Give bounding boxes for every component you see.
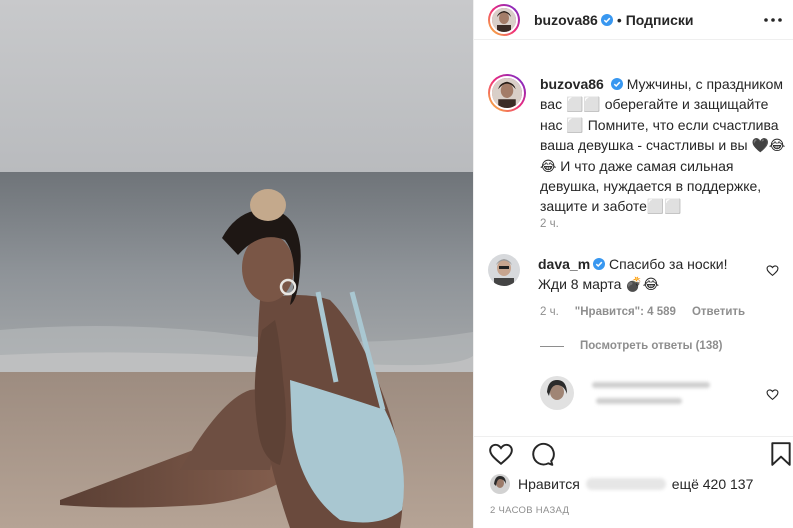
blurred-avatar-image [540,376,574,410]
liker-avatar[interactable] [490,474,510,494]
likes-summary: Нравится ещё 420 137 [490,472,790,496]
comment-item: dava_m Спасибо за носки! Жди 8 марта 💣😂 [488,254,788,294]
commenter-avatar[interactable] [488,254,520,286]
verified-badge-icon [610,78,623,90]
verified-badge-icon [600,13,613,26]
blurred-commenter-avatar[interactable] [540,376,574,410]
likes-label: Нравится [518,476,580,492]
author-username[interactable]: buzova86 [534,12,598,28]
commenter-username[interactable]: dava_m [538,256,590,272]
more-options-icon[interactable] [762,9,784,31]
replies-divider-line [540,345,564,347]
post-header: buzova86 • Подписки [474,0,793,40]
caption-message: Мужчины, с праздником вас ⬜⬜ оберегайте … [540,76,786,215]
bookmark-icon[interactable] [768,441,793,467]
view-replies-label: Посмотреть ответы (138) [580,340,723,352]
heart-icon[interactable] [488,441,514,467]
comment-meta: 2 ч. "Нравится": 4 589 Ответить [540,306,761,318]
likes-count[interactable]: ещё 420 137 [672,476,754,492]
reply-button[interactable]: Ответить [692,306,745,318]
comment-like-heart-icon[interactable] [766,388,779,401]
instagram-post: buzova86 • Подписки buzova86 Мужчины, с … [0,0,793,528]
post-timestamp[interactable]: 2 ЧАСОВ НАЗАД [490,505,569,516]
author-avatar[interactable] [488,3,520,36]
view-replies-button[interactable]: Посмотреть ответы (138) [540,340,722,352]
post-actions-bar [474,436,793,472]
caption-avatar-image [492,78,522,108]
post-photo[interactable] [0,0,473,528]
following-button[interactable]: Подписки [626,12,694,28]
post-caption: buzova86 Мужчины, с праздником вас ⬜⬜ об… [488,74,788,217]
blurred-comment-item [540,376,720,410]
liker-avatar-image [490,474,510,494]
caption-author-avatar[interactable] [488,74,526,112]
separator-dot: • [616,11,622,28]
post-side-panel: buzova86 • Подписки buzova86 Мужчины, с … [473,0,793,528]
commenter-avatar-image [488,254,520,286]
comment-like-heart-icon[interactable] [766,264,779,277]
blurred-liker-name[interactable] [585,478,666,490]
blurred-comment-text [596,398,682,404]
comment-bubble-icon[interactable] [529,441,555,467]
comment-timestamp[interactable]: 2 ч. [540,306,559,318]
caption-timestamp[interactable]: 2 ч. [540,218,559,230]
beach-photo-image [0,0,473,528]
comment-likes-count[interactable]: "Нравится": 4 589 [575,306,676,318]
caption-text-block: buzova86 Мужчины, с праздником вас ⬜⬜ об… [540,74,788,217]
blurred-comment-text [592,382,710,388]
author-avatar-image [492,7,516,32]
verified-badge-icon [593,258,606,270]
caption-username[interactable]: buzova86 [540,76,604,92]
comment-text-block: dava_m Спасибо за носки! Жди 8 марта 💣😂 [538,254,748,294]
